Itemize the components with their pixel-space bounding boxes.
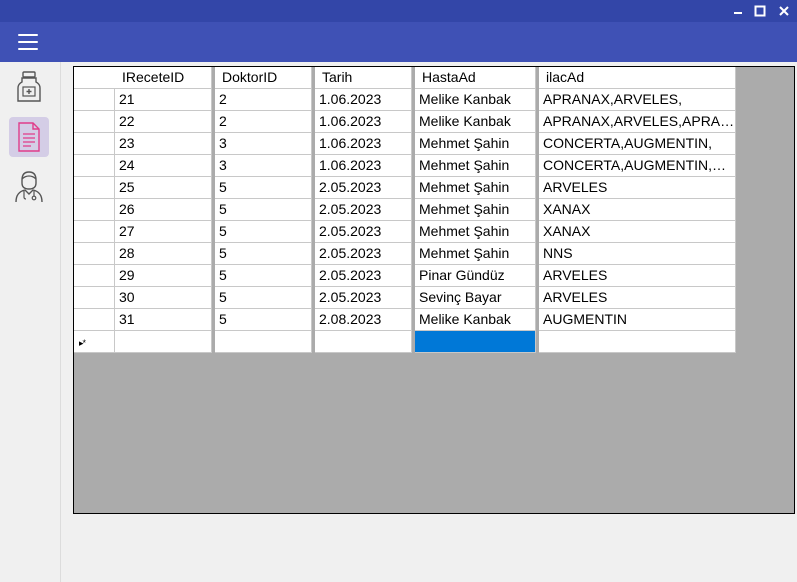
cell-hastaad[interactable]: Mehmet Şahin xyxy=(415,243,536,265)
cell-tarih[interactable]: 2.05.2023 xyxy=(315,199,412,221)
cell-ilacad[interactable]: XANAX xyxy=(539,199,736,221)
cell-tarih[interactable]: 1.06.2023 xyxy=(315,89,412,111)
row-header[interactable] xyxy=(74,111,115,133)
doctor-icon xyxy=(15,171,43,203)
cell-ireceteid[interactable]: 29 xyxy=(115,265,212,287)
row-header[interactable] xyxy=(74,243,115,265)
cell-tarih[interactable]: 2.05.2023 xyxy=(315,243,412,265)
cell-hastaad[interactable]: Pinar Gündüz xyxy=(415,265,536,287)
cell-doktorid[interactable]: 2 xyxy=(215,89,312,111)
cell-tarih[interactable]: 2.05.2023 xyxy=(315,177,412,199)
row-header[interactable] xyxy=(74,221,115,243)
cell-doktorid[interactable]: 5 xyxy=(215,265,312,287)
cell-ireceteid[interactable]: 24 xyxy=(115,155,212,177)
cell-ireceteid[interactable]: 31 xyxy=(115,309,212,331)
row-header[interactable] xyxy=(74,155,115,177)
cell-ilacad[interactable]: APRANAX,ARVELES, xyxy=(539,89,736,111)
cell-doktorid[interactable]: 5 xyxy=(215,243,312,265)
row-header[interactable] xyxy=(74,265,115,287)
cell-tarih[interactable]: 1.06.2023 xyxy=(315,133,412,155)
cell-doktorid[interactable]: 3 xyxy=(215,133,312,155)
maximize-icon xyxy=(754,5,766,17)
window-title-bar xyxy=(0,0,797,22)
cell-doktorid[interactable] xyxy=(215,331,312,353)
cell-ilacad[interactable] xyxy=(539,331,736,353)
cell-ireceteid[interactable]: 28 xyxy=(115,243,212,265)
maximize-button[interactable] xyxy=(749,0,771,22)
cell-doktorid[interactable]: 5 xyxy=(215,221,312,243)
cell-ilacad[interactable]: CONCERTA,AUGMENTIN, xyxy=(539,133,736,155)
column-header-ireceteid[interactable]: IReceteID xyxy=(115,67,212,89)
cell-hastaad[interactable]: Mehmet Şahin xyxy=(415,221,536,243)
cell-ireceteid[interactable]: 30 xyxy=(115,287,212,309)
cell-ilacad[interactable]: AUGMENTIN xyxy=(539,309,736,331)
row-header[interactable] xyxy=(74,177,115,199)
row-header[interactable] xyxy=(74,199,115,221)
minimize-button[interactable] xyxy=(727,0,749,22)
cell-ireceteid[interactable]: 26 xyxy=(115,199,212,221)
app-bar xyxy=(0,22,797,62)
cell-ireceteid[interactable]: 25 xyxy=(115,177,212,199)
row-header[interactable] xyxy=(74,89,115,111)
cell-hastaad[interactable]: Mehmet Şahin xyxy=(415,133,536,155)
hamburger-menu-icon[interactable] xyxy=(18,34,38,50)
cell-tarih[interactable]: 2.05.2023 xyxy=(315,265,412,287)
new-row-indicator-icon: ▸* xyxy=(79,338,86,348)
cell-ilacad[interactable]: ARVELES xyxy=(539,177,736,199)
sidebar-item-medicines[interactable] xyxy=(9,67,49,107)
cell-tarih[interactable]: 1.06.2023 xyxy=(315,155,412,177)
cell-ilacad[interactable]: XANAX xyxy=(539,221,736,243)
medicine-bottle-icon xyxy=(17,71,41,102)
cell-ilacad[interactable]: ARVELES xyxy=(539,265,736,287)
cell-tarih[interactable] xyxy=(315,331,412,353)
row-header[interactable] xyxy=(74,287,115,309)
cell-hastaad[interactable]: Melike Kanbak xyxy=(415,309,536,331)
cell-ilacad[interactable]: CONCERTA,AUGMENTIN,CO... xyxy=(539,155,736,177)
cell-hastaad[interactable]: Melike Kanbak xyxy=(415,111,536,133)
row-header[interactable] xyxy=(74,133,115,155)
cell-ireceteid[interactable]: 23 xyxy=(115,133,212,155)
cell-doktorid[interactable]: 5 xyxy=(215,177,312,199)
prescription-document-icon xyxy=(18,122,40,152)
close-button[interactable] xyxy=(773,0,795,22)
cell-ireceteid[interactable]: 21 xyxy=(115,89,212,111)
cell-ireceteid[interactable]: 22 xyxy=(115,111,212,133)
cell-doktorid[interactable]: 2 xyxy=(215,111,312,133)
cell-doktorid[interactable]: 5 xyxy=(215,309,312,331)
cell-doktorid[interactable]: 5 xyxy=(215,199,312,221)
column-header-ilacad[interactable]: ilacAd xyxy=(539,67,736,89)
row-header[interactable] xyxy=(74,309,115,331)
selected-cell-hastaad[interactable] xyxy=(415,331,536,353)
prescriptions-data-grid[interactable]: IReceteID DoktorID Tarih HastaAd ilacAd … xyxy=(73,66,795,514)
minimize-icon xyxy=(734,12,742,14)
cell-ilacad[interactable]: ARVELES xyxy=(539,287,736,309)
sidebar xyxy=(0,62,61,582)
cell-doktorid[interactable]: 3 xyxy=(215,155,312,177)
column-header-doktorid[interactable]: DoktorID xyxy=(215,67,312,89)
cell-hastaad[interactable]: Mehmet Şahin xyxy=(415,155,536,177)
close-icon xyxy=(779,6,789,16)
cell-doktorid[interactable]: 5 xyxy=(215,287,312,309)
cell-hastaad[interactable]: Mehmet Şahin xyxy=(415,199,536,221)
cell-hastaad[interactable]: Sevinç Bayar xyxy=(415,287,536,309)
cell-ireceteid[interactable]: 27 xyxy=(115,221,212,243)
column-header-tarih[interactable]: Tarih xyxy=(315,67,412,89)
cell-tarih[interactable]: 2.05.2023 xyxy=(315,287,412,309)
column-header-hastaad[interactable]: HastaAd xyxy=(415,67,536,89)
main-content: IReceteID DoktorID Tarih HastaAd ilacAd … xyxy=(61,62,797,582)
sidebar-item-doctors[interactable] xyxy=(9,166,49,206)
cell-ilacad[interactable]: APRANAX,ARVELES,APRAN... xyxy=(539,111,736,133)
sidebar-item-prescriptions[interactable] xyxy=(9,117,49,157)
cell-hastaad[interactable]: Melike Kanbak xyxy=(415,89,536,111)
cell-tarih[interactable]: 1.06.2023 xyxy=(315,111,412,133)
cell-tarih[interactable]: 2.05.2023 xyxy=(315,221,412,243)
cell-ilacad[interactable]: NNS xyxy=(539,243,736,265)
cell-hastaad[interactable]: Mehmet Şahin xyxy=(415,177,536,199)
new-row-header[interactable]: ▸* xyxy=(74,331,115,353)
cell-tarih[interactable]: 2.08.2023 xyxy=(315,309,412,331)
cell-ireceteid[interactable] xyxy=(115,331,212,353)
